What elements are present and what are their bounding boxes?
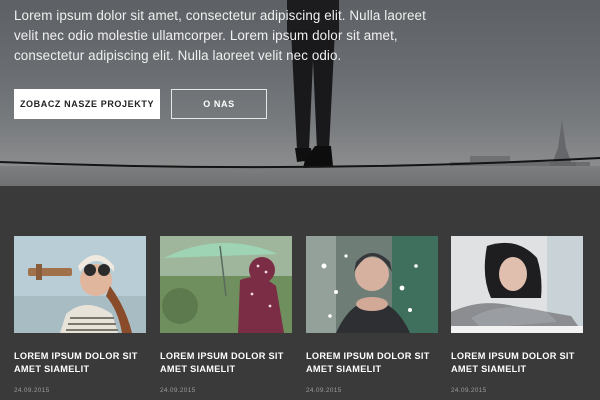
view-projects-button[interactable]: ZOBACZ NASZE PROJEKTY: [14, 89, 160, 119]
tightrope-line: [0, 157, 600, 169]
about-us-button[interactable]: O NAS: [171, 89, 267, 119]
project-card[interactable]: LOREM IPSUM DOLOR SIT AMET SIAMELIT 24.0…: [451, 236, 583, 394]
project-card[interactable]: LOREM IPSUM DOLOR SIT AMET SIAMELIT 24.0…: [160, 236, 292, 394]
woman-resting-photo[interactable]: [451, 236, 583, 333]
projects-section: LOREM IPSUM DOLOR SIT AMET SIAMELIT 24.0…: [0, 186, 600, 400]
project-title[interactable]: LOREM IPSUM DOLOR SIT AMET SIAMELIT: [160, 350, 292, 376]
project-title[interactable]: LOREM IPSUM DOLOR SIT AMET SIAMELIT: [14, 350, 146, 376]
woman-blowing-snow-photo[interactable]: [306, 236, 438, 333]
child-aviator-photo[interactable]: [14, 236, 146, 333]
project-date: 24.09.2015: [14, 387, 50, 394]
project-title[interactable]: LOREM IPSUM DOLOR SIT AMET SIAMELIT: [306, 350, 438, 376]
project-date: 24.09.2015: [306, 387, 342, 394]
hero-description: Lorem ipsum dolor sit amet, consectetur …: [14, 8, 426, 63]
project-date: 24.09.2015: [451, 387, 487, 394]
hero-section: Lorem ipsum dolor sit amet, consectetur …: [0, 0, 600, 186]
child-umbrella-photo[interactable]: [160, 236, 292, 333]
project-card[interactable]: LOREM IPSUM DOLOR SIT AMET SIAMELIT 24.0…: [14, 236, 146, 394]
project-date: 24.09.2015: [160, 387, 196, 394]
project-card[interactable]: LOREM IPSUM DOLOR SIT AMET SIAMELIT 24.0…: [306, 236, 438, 394]
project-title[interactable]: LOREM IPSUM DOLOR SIT AMET SIAMELIT: [451, 350, 583, 376]
